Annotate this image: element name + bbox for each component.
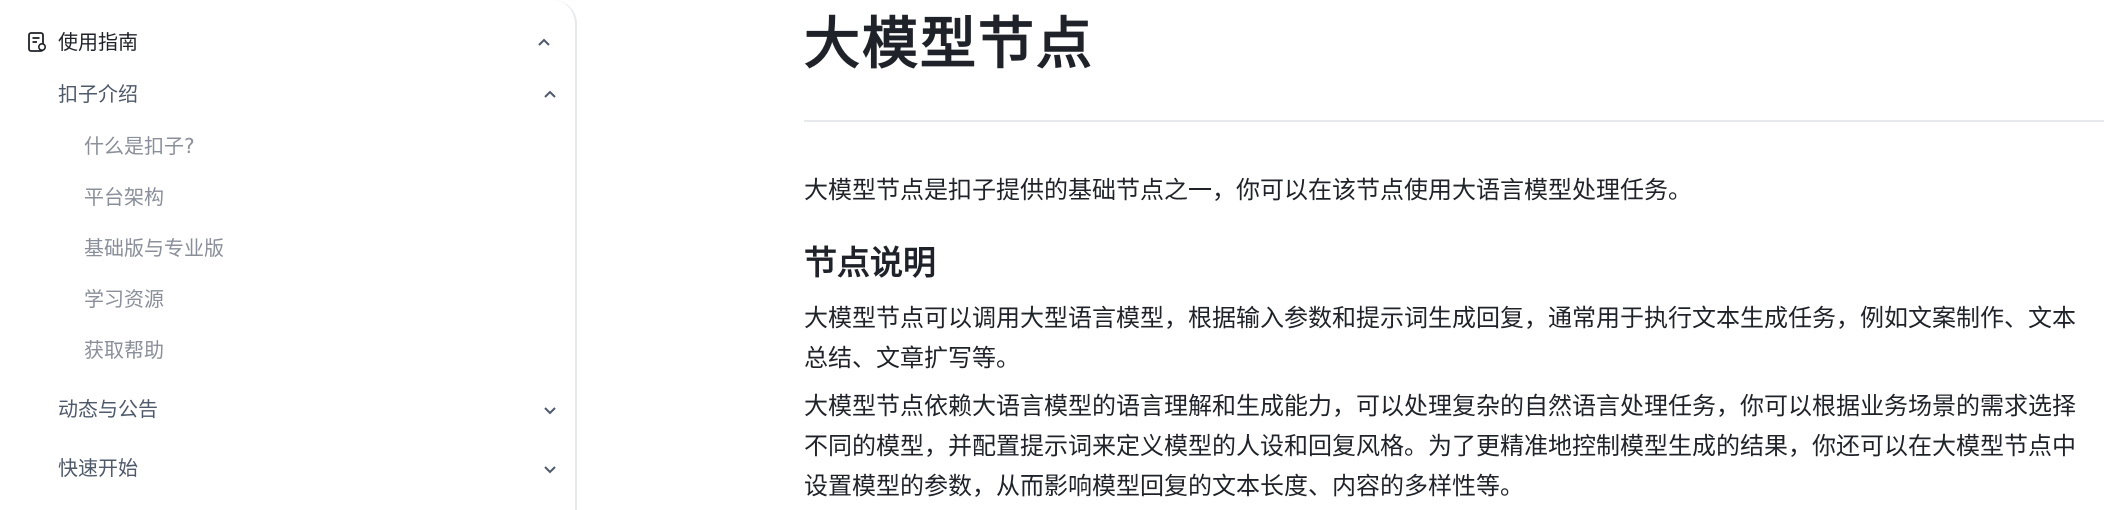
sidebar-item-quick-start[interactable]: 快速开始 (58, 451, 568, 485)
doc-content: 大模型节点 大模型节点是扣子提供的基础节点之一，你可以在该节点使用大语言模型处理… (804, 0, 2104, 510)
sidebar-item-editions[interactable]: 基础版与专业版 (84, 232, 224, 264)
sidebar-item-label: 动态与公告 (58, 397, 158, 421)
document-icon (26, 31, 48, 53)
sidebar-item-platform-architecture[interactable]: 平台架构 (84, 181, 164, 213)
description-paragraph-1: 大模型节点可以调用大型语言模型，根据输入参数和提示词生成回复，通常用于执行文本生… (804, 304, 2076, 372)
page-title: 大模型节点 (804, 12, 1094, 77)
sidebar-item-label: 获取帮助 (84, 338, 164, 362)
title-divider (804, 120, 2104, 122)
sidebar-item-label: 快速开始 (58, 456, 138, 480)
section-heading: 节点说明 (804, 243, 936, 282)
sidebar-item-label: 学习资源 (84, 287, 164, 311)
sidebar-item-intro[interactable]: 扣子介绍 (58, 77, 568, 111)
sidebar-item-label: 平台架构 (84, 185, 164, 209)
description-paragraph-2: 大模型节点依赖大语言模型的语言理解和生成能力，可以处理复杂的自然语言处理任务，你… (804, 392, 2076, 500)
chevron-up-icon[interactable] (540, 84, 560, 104)
sidebar-item-label: 什么是扣子? (84, 134, 195, 158)
chevron-down-icon[interactable] (540, 400, 560, 420)
sidebar-item-what-is-coze[interactable]: 什么是扣子? (84, 130, 195, 162)
sidebar-item-learning-resources[interactable]: 学习资源 (84, 283, 164, 315)
sidebar-item-get-help[interactable]: 获取帮助 (84, 334, 164, 366)
sidebar-item-news[interactable]: 动态与公告 (58, 392, 568, 426)
sidebar-item-label: 扣子介绍 (58, 82, 138, 106)
sidebar-item-label: 基础版与专业版 (84, 236, 224, 260)
chevron-down-icon[interactable] (540, 459, 560, 479)
docs-sidebar: 使用指南 扣子介绍 什么是扣子? 平台架构 基础版与专业版 学习资源 获取帮助 … (0, 0, 577, 510)
sidebar-section-usage-guide[interactable]: 使用指南 (26, 26, 556, 58)
intro-paragraph: 大模型节点是扣子提供的基础节点之一，你可以在该节点使用大语言模型处理任务。 (804, 176, 1692, 204)
sidebar-section-label: 使用指南 (58, 30, 138, 54)
chevron-up-icon[interactable] (534, 32, 554, 52)
